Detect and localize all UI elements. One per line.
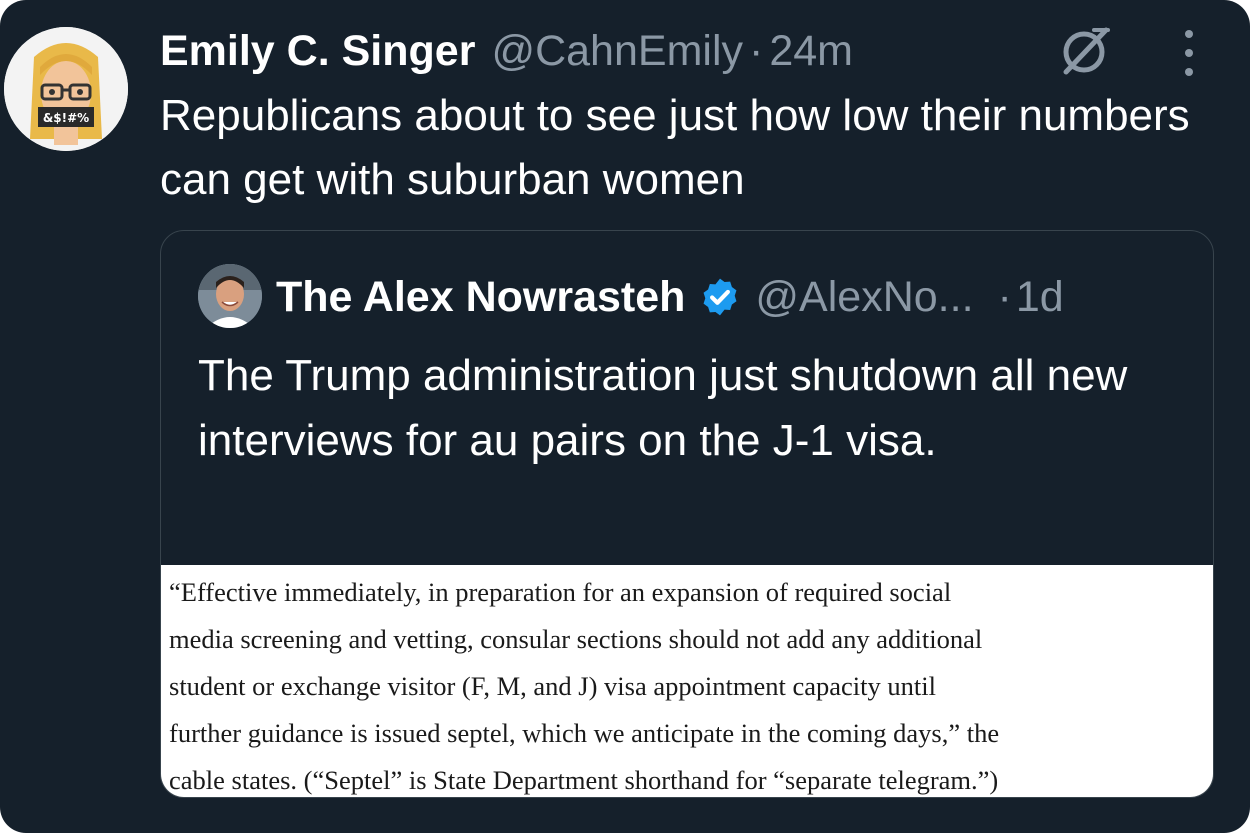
tweet-header: Emily C. Singer @CahnEmily · 24m — [160, 22, 853, 80]
document-line: student or exchange visitor (F, M, and J… — [169, 671, 936, 701]
separator-dot: · — [749, 26, 764, 75]
quoted-document-image[interactable]: “Effective immediately, in preparation f… — [161, 565, 1213, 797]
more-dot-icon — [1185, 30, 1193, 38]
grok-icon[interactable] — [1058, 24, 1114, 76]
quote-author-name[interactable]: The Alex Nowrasteh — [276, 273, 685, 322]
quote-text: The Trump administration just shutdown a… — [198, 351, 1128, 465]
more-dot-icon — [1185, 49, 1193, 57]
document-line: “Effective immediately, in preparation f… — [169, 577, 952, 607]
person-avatar-icon — [198, 264, 262, 328]
more-icon[interactable] — [1176, 30, 1202, 76]
quote-author-handle[interactable]: @AlexNo... — [755, 273, 973, 322]
author-handle[interactable]: @CahnEmily — [491, 27, 743, 76]
quote-header: The Alex Nowrasteh @AlexNo... · 1d — [276, 269, 1064, 325]
quoted-tweet[interactable]: The Alex Nowrasteh @AlexNo... · 1d The T… — [160, 230, 1214, 798]
separator-dot: · — [997, 272, 1012, 321]
tweet-time[interactable]: 24m — [769, 27, 853, 76]
verified-badge-icon[interactable] — [699, 276, 741, 318]
author-avatar[interactable]: &$!#% — [4, 27, 128, 151]
author-name[interactable]: Emily C. Singer — [160, 27, 475, 76]
memoji-avatar-icon: &$!#% — [4, 27, 128, 151]
document-line: cable states. (“Septel” is State Departm… — [169, 765, 999, 795]
more-dot-icon — [1185, 68, 1193, 76]
document-text: “Effective immediately, in preparation f… — [169, 569, 1209, 797]
quote-author-avatar[interactable] — [198, 264, 262, 328]
quote-time[interactable]: 1d — [1016, 273, 1064, 322]
document-line: media screening and vetting, consular se… — [169, 624, 983, 654]
tweet-card[interactable]: &$!#% Emily C. Singer @CahnEmily · 24m R… — [0, 0, 1250, 833]
avatar-caption: &$!#% — [43, 111, 89, 125]
document-line: further guidance is issued septel, which… — [169, 718, 1000, 748]
tweet-text: Republicans about to see just how low th… — [160, 91, 1190, 204]
